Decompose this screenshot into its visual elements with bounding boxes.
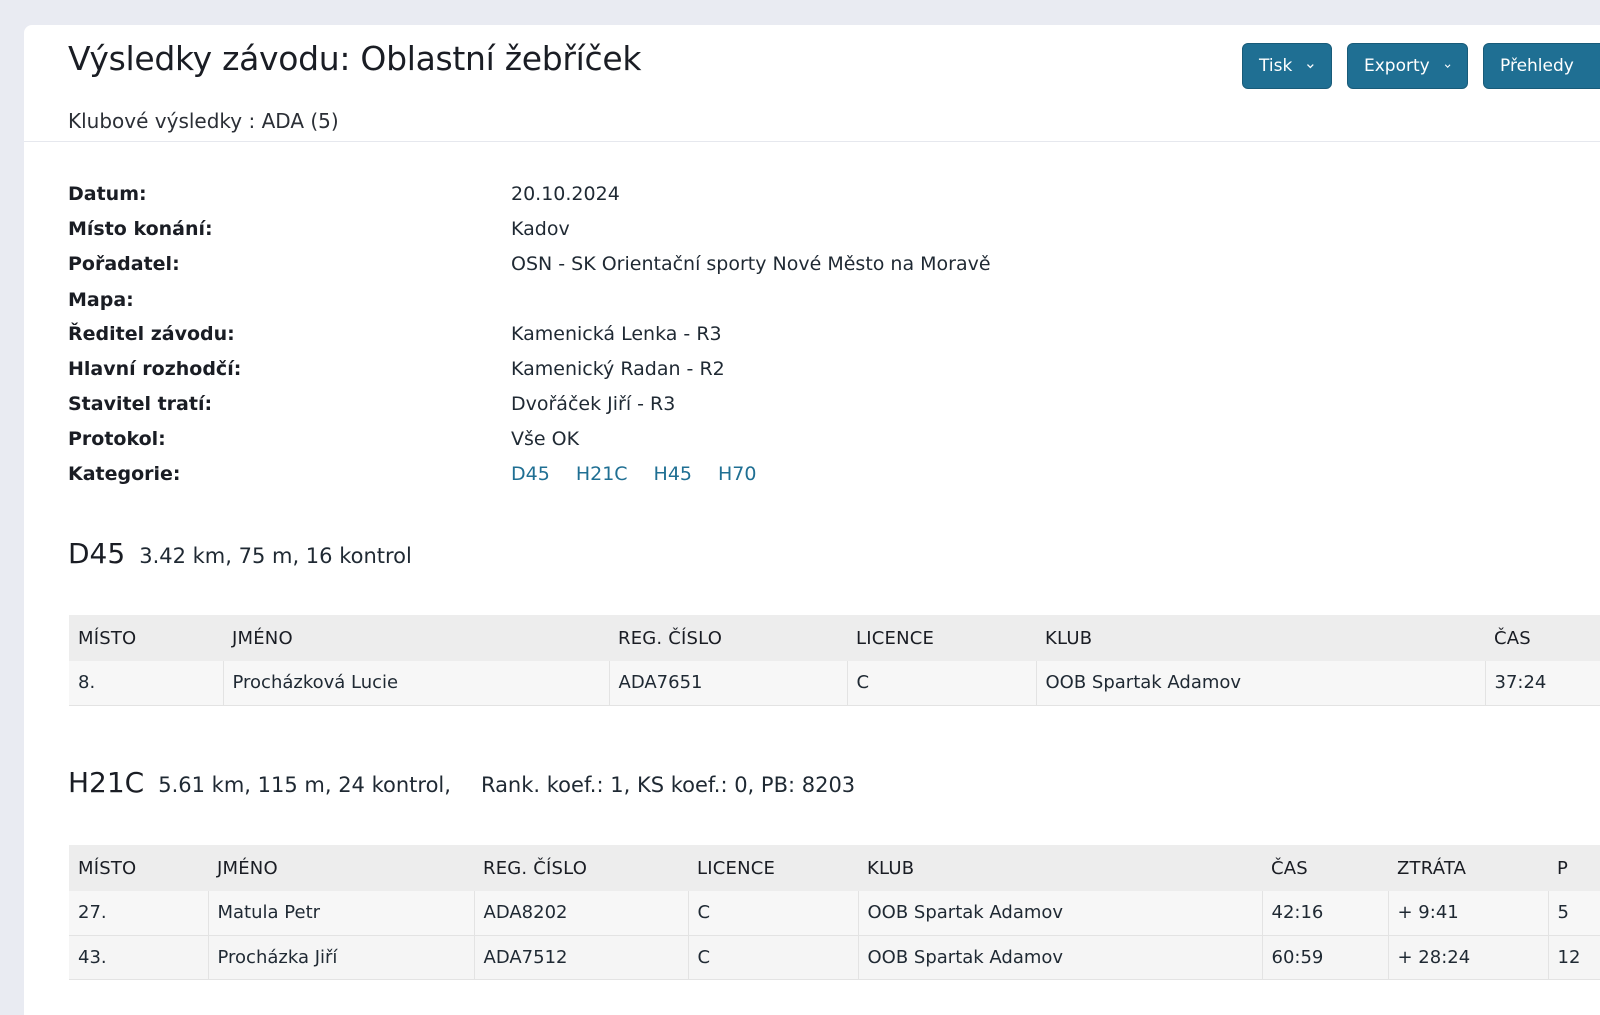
- info-value: Kadov: [511, 218, 570, 240]
- category-link-h70[interactable]: H70: [718, 463, 756, 485]
- chevron-down-icon: [1307, 64, 1315, 69]
- table-row: 8. Procházková Lucie ADA7651 C OOB Spart…: [69, 661, 1600, 706]
- column-header: Klub: [1036, 615, 1485, 661]
- cell-licence: C: [688, 891, 859, 936]
- category-link-d45[interactable]: D45: [511, 463, 550, 485]
- cell-place: 43.: [69, 935, 209, 980]
- cell-place: 8.: [69, 661, 224, 706]
- table-row: 43. Procházka Jiří ADA7512 C OOB Spartak…: [69, 935, 1600, 980]
- info-value: Vše OK: [511, 428, 580, 450]
- column-header: Místo: [69, 845, 208, 891]
- column-header: Licence: [847, 615, 1036, 661]
- info-value: Kamenický Radan - R2: [511, 358, 725, 380]
- results-table-h21c: Místo Jméno Reg. číslo Licence Klub Čas …: [69, 845, 1600, 980]
- cell-name: Procházková Lucie: [223, 661, 610, 706]
- cell-name: Procházka Jiří: [208, 935, 475, 980]
- cell-name: Matula Petr: [208, 891, 475, 936]
- section-desc: 3.42 km, 75 m, 16 kontrol: [139, 544, 412, 568]
- info-label: Hlavní rozhodčí:: [68, 358, 242, 380]
- column-header: P: [1548, 845, 1600, 891]
- info-value: OSN - SK Orientační sporty Nové Město na…: [511, 253, 991, 275]
- info-label: Ředitel závodu:: [68, 323, 235, 345]
- category-link-h45[interactable]: H45: [654, 463, 692, 485]
- section-heading-h21c: H21C 5.61 km, 115 m, 24 kontrol, Rank. koe…: [68, 766, 855, 799]
- page-subtitle: Klubové výsledky : ADA (5): [68, 109, 339, 133]
- cell-loss: + 28:24: [1388, 935, 1549, 980]
- column-header: Jméno: [223, 615, 609, 661]
- column-header: Reg. číslo: [474, 845, 688, 891]
- overview-button-label: Přehledy: [1500, 56, 1574, 76]
- info-value: 20.10.2024: [511, 183, 620, 205]
- cell-place: 27.: [69, 891, 209, 936]
- section-coefficients: Rank. koef.: 1, KS koef.: 0, PB: 8203: [480, 773, 856, 797]
- results-card: Výsledky závodu: Oblastní žebříček Klubo…: [24, 25, 1600, 1015]
- cell-club: OOB Spartak Adamov: [1036, 661, 1486, 706]
- cell-points: 12: [1548, 935, 1600, 980]
- print-button-label: Tisk: [1259, 56, 1293, 76]
- column-header: Místo: [69, 615, 223, 661]
- cell-time: 42:16: [1262, 891, 1389, 936]
- column-header: Licence: [688, 845, 858, 891]
- cell-reg: ADA8202: [474, 891, 689, 936]
- page-title: Výsledky závodu: Oblastní žebříček: [68, 39, 642, 78]
- overview-dropdown-button[interactable]: Přehledy: [1483, 43, 1600, 89]
- cell-licence: C: [847, 661, 1037, 706]
- section-heading-d45: D45 3.42 km, 75 m, 16 kontrol: [68, 537, 412, 570]
- column-header: Klub: [858, 845, 1262, 891]
- category-link-h21c[interactable]: H21C: [576, 463, 628, 485]
- table-header-row: Místo Jméno Reg. číslo Licence Klub Čas: [69, 615, 1600, 661]
- print-dropdown-button[interactable]: Tisk: [1242, 43, 1332, 89]
- info-label: Mapa:: [68, 289, 134, 311]
- chevron-down-icon: [1444, 64, 1451, 68]
- info-label: Kategorie:: [68, 463, 181, 485]
- cell-club: OOB Spartak Adamov: [858, 891, 1263, 936]
- export-button-label: Exporty: [1364, 56, 1430, 76]
- column-header: Reg. číslo: [609, 615, 847, 661]
- export-dropdown-button[interactable]: Exporty: [1347, 43, 1468, 89]
- cell-licence: C: [688, 935, 859, 980]
- category-links: D45 H21C H45 H70: [511, 463, 782, 485]
- cell-club: OOB Spartak Adamov: [858, 935, 1263, 980]
- section-code: D45: [68, 537, 126, 570]
- cell-time: 60:59: [1262, 935, 1389, 980]
- info-label: Místo konání:: [68, 218, 213, 240]
- info-label: Stavitel tratí:: [68, 393, 213, 415]
- column-header: Čas: [1485, 615, 1600, 661]
- cell-reg: ADA7512: [474, 935, 689, 980]
- table-header-row: Místo Jméno Reg. číslo Licence Klub Čas …: [69, 845, 1600, 891]
- cell-points: 5: [1548, 891, 1600, 936]
- page-header: Výsledky závodu: Oblastní žebříček Klubo…: [24, 25, 1600, 142]
- section-code: H21C: [68, 766, 145, 799]
- column-header: Ztráta: [1388, 845, 1548, 891]
- info-label: Protokol:: [68, 428, 166, 450]
- cell-time: 37:24: [1485, 661, 1600, 706]
- results-table-d45: Místo Jméno Reg. číslo Licence Klub Čas …: [69, 615, 1600, 706]
- info-value: Kamenická Lenka - R3: [511, 323, 722, 345]
- column-header: Jméno: [208, 845, 474, 891]
- cell-loss: + 9:41: [1388, 891, 1549, 936]
- info-label: Datum:: [68, 183, 147, 205]
- table-row: 27. Matula Petr ADA8202 C OOB Spartak Ad…: [69, 891, 1600, 936]
- cell-reg: ADA7651: [609, 661, 848, 706]
- section-desc: 5.61 km, 115 m, 24 kontrol,: [158, 773, 451, 797]
- info-value: Dvořáček Jiří - R3: [511, 393, 676, 415]
- info-label: Pořadatel:: [68, 253, 180, 275]
- column-header: Čas: [1262, 845, 1388, 891]
